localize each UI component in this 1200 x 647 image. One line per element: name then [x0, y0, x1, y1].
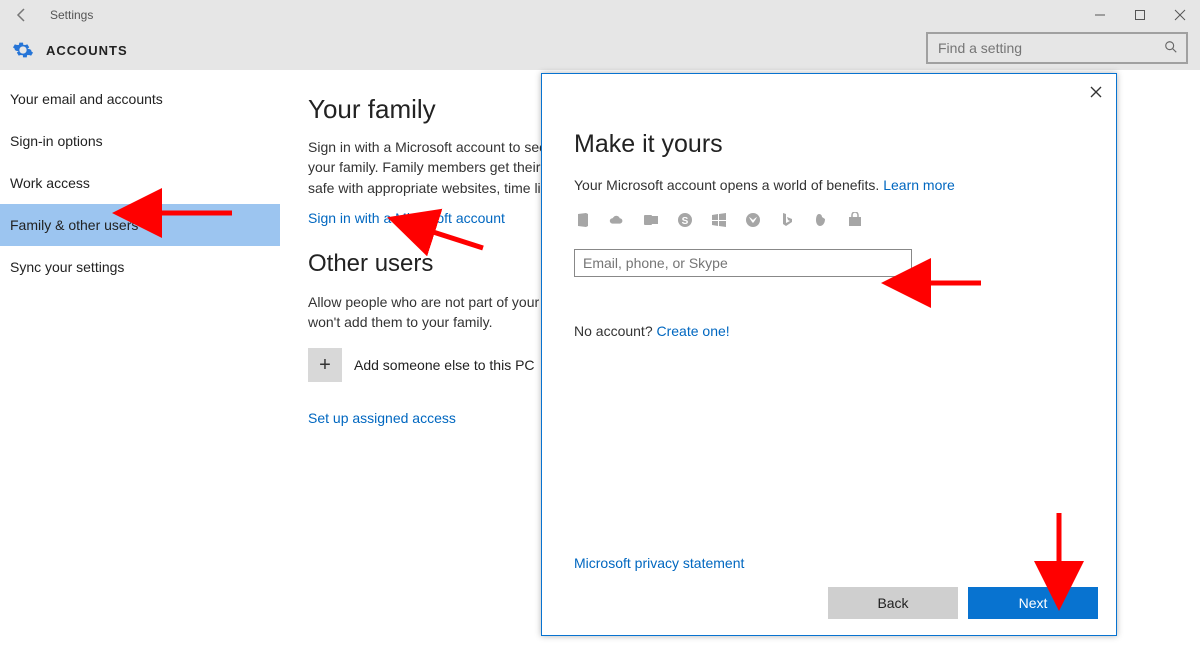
sidebar: Your email and accounts Sign-in options … [0, 70, 280, 647]
sidebar-item-label: Work access [10, 175, 90, 191]
sign-in-link[interactable]: Sign in with a Microsoft account [308, 210, 505, 226]
dialog-back-button[interactable]: Back [828, 587, 958, 619]
bing-icon [778, 211, 796, 229]
signin-dialog: Make it yours Your Microsoft account ope… [541, 73, 1117, 636]
sidebar-item-label: Your email and accounts [10, 91, 163, 107]
search-input[interactable] [926, 32, 1188, 64]
maximize-button[interactable] [1120, 0, 1160, 30]
gear-icon [12, 39, 34, 61]
learn-more-link[interactable]: Learn more [883, 177, 955, 193]
plus-icon: + [308, 348, 342, 382]
xbox-icon [744, 211, 762, 229]
section-title: ACCOUNTS [46, 43, 128, 58]
create-one-link[interactable]: Create one! [657, 323, 730, 339]
dialog-subtitle: Your Microsoft account opens a world of … [574, 177, 1084, 193]
sidebar-item-label: Sync your settings [10, 259, 124, 275]
sidebar-item-work-access[interactable]: Work access [0, 162, 280, 204]
dialog-title: Make it yours [574, 130, 1084, 159]
privacy-link[interactable]: Microsoft privacy statement [574, 555, 744, 571]
sidebar-item-family-other-users[interactable]: Family & other users [0, 204, 280, 246]
minimize-button[interactable] [1080, 0, 1120, 30]
windows-icon [710, 211, 728, 229]
assigned-access-link[interactable]: Set up assigned access [308, 410, 456, 426]
window-controls [1080, 0, 1200, 30]
sidebar-item-sync-settings[interactable]: Sync your settings [0, 246, 280, 288]
service-icons-row: S [574, 211, 1084, 229]
dialog-next-button[interactable]: Next [968, 587, 1098, 619]
close-button[interactable] [1160, 0, 1200, 30]
msn-icon [812, 211, 830, 229]
sidebar-item-label: Sign-in options [10, 133, 103, 149]
no-account-text: No account? [574, 323, 657, 339]
search-wrap [926, 32, 1188, 64]
titlebar: Settings [0, 0, 1200, 30]
onedrive-icon [608, 211, 626, 229]
skype-icon: S [676, 211, 694, 229]
outlook-icon [642, 211, 660, 229]
header: ACCOUNTS [0, 30, 1200, 70]
no-account-row: No account? Create one! [574, 323, 1084, 339]
email-input[interactable] [574, 249, 912, 277]
add-someone-label: Add someone else to this PC [354, 357, 535, 373]
office-icon [574, 211, 592, 229]
sidebar-item-signin-options[interactable]: Sign-in options [0, 120, 280, 162]
store-icon [846, 211, 864, 229]
back-button[interactable] [8, 1, 36, 29]
sidebar-item-email-accounts[interactable]: Your email and accounts [0, 78, 280, 120]
app-title: Settings [50, 8, 93, 22]
dialog-subtitle-text: Your Microsoft account opens a world of … [574, 177, 883, 193]
svg-text:S: S [682, 216, 689, 227]
sidebar-item-label: Family & other users [10, 217, 138, 233]
